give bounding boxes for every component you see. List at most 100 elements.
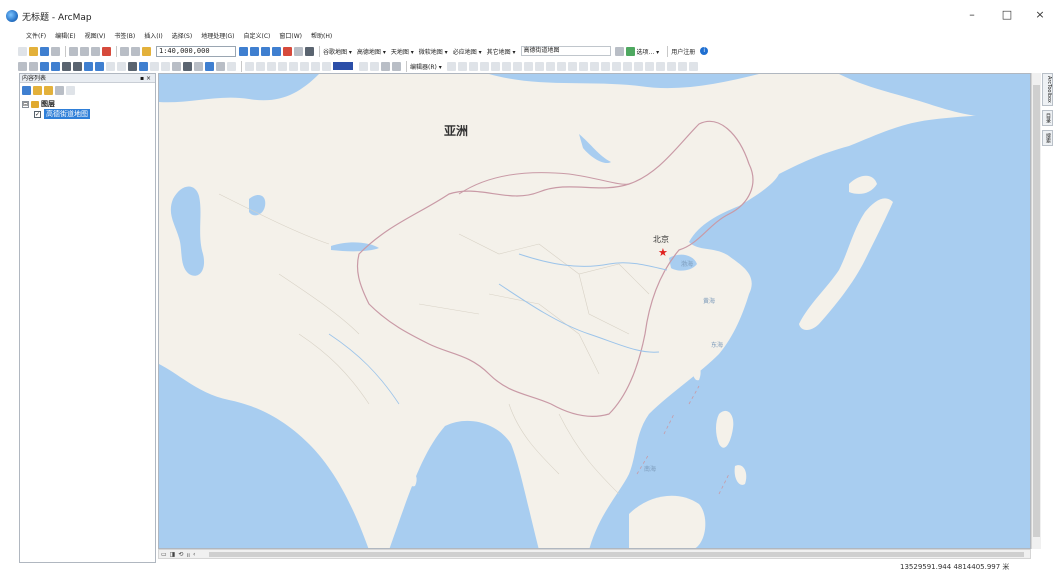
find-icon[interactable] <box>183 61 192 71</box>
edit-tool-icon[interactable] <box>644 61 654 71</box>
draw-tool-icon[interactable] <box>256 61 265 71</box>
redo-icon[interactable] <box>131 46 140 56</box>
open-folder-icon[interactable] <box>29 46 38 56</box>
draw-tool-icon[interactable] <box>322 61 331 71</box>
zoom-in-icon[interactable] <box>18 61 27 71</box>
draw-tool-icon[interactable] <box>278 61 287 71</box>
gaode-maps-dropdown[interactable]: 高德地图 ▾ <box>357 47 386 56</box>
zoom-out-icon[interactable] <box>29 61 38 71</box>
select-features-icon[interactable] <box>106 61 115 71</box>
layer-row[interactable]: ✓ 高德街道地图 <box>22 109 153 119</box>
map-view[interactable]: 亚洲 北京 ★ 渤海 黄海 东海 南海 <box>158 73 1031 549</box>
list-by-source-icon[interactable] <box>33 85 42 95</box>
edit-tool-icon[interactable] <box>622 61 632 71</box>
map-horizontal-scrollbar[interactable] <box>209 552 1024 557</box>
back-arrow-icon[interactable] <box>84 61 93 71</box>
fill-color-swatch[interactable] <box>333 62 353 70</box>
select-elements-icon[interactable] <box>128 61 137 71</box>
edit-tool-icon[interactable] <box>523 61 533 71</box>
font-tool-icon[interactable] <box>359 61 368 71</box>
layout-view-button[interactable]: ◨ <box>170 551 176 559</box>
pen-tool-icon[interactable] <box>625 46 635 56</box>
edit-tool-icon[interactable] <box>578 61 588 71</box>
google-maps-dropdown[interactable]: 谷歌地图 ▾ <box>323 47 352 56</box>
draw-tool-icon[interactable] <box>267 61 276 71</box>
list-by-selection-icon[interactable] <box>55 85 64 95</box>
font-tool-icon[interactable] <box>370 61 379 71</box>
edit-tool-icon[interactable] <box>556 61 566 71</box>
draw-tool-icon[interactable] <box>245 61 254 71</box>
menu-customize[interactable]: 自定义(C) <box>244 31 271 40</box>
menu-view[interactable]: 视图(V) <box>85 31 106 40</box>
identify-icon[interactable] <box>139 61 148 71</box>
editor-toolbar-icon[interactable] <box>239 46 248 56</box>
toc-options-icon[interactable] <box>66 85 75 95</box>
python-window-icon[interactable] <box>294 46 303 56</box>
layout-tool-icon[interactable] <box>392 61 401 71</box>
editor-dropdown[interactable]: 编辑器(R) ▾ <box>410 62 442 71</box>
menu-windows[interactable]: 窗口(W) <box>279 31 302 40</box>
measure-icon[interactable] <box>172 61 181 71</box>
menu-insert[interactable]: 插入(I) <box>144 31 162 40</box>
map-vertical-scrollbar[interactable] <box>1031 73 1041 549</box>
data-view-button[interactable]: ▭ <box>161 551 167 559</box>
edit-tool-icon[interactable] <box>479 61 489 71</box>
close-button[interactable]: × <box>1030 8 1050 22</box>
time-slider-icon[interactable] <box>216 61 225 71</box>
save-icon[interactable] <box>40 46 49 56</box>
edit-tool-icon[interactable] <box>534 61 544 71</box>
menu-selection[interactable]: 选择(S) <box>172 31 193 40</box>
refresh-view-button[interactable]: ⟲ <box>178 551 183 559</box>
toc-window-icon[interactable] <box>250 46 259 56</box>
edit-tool-icon[interactable] <box>512 61 522 71</box>
copy-icon[interactable] <box>80 46 89 56</box>
search-tab[interactable]: 搜索 <box>1042 129 1053 146</box>
pan-icon[interactable] <box>40 61 49 71</box>
draw-tool-icon[interactable] <box>311 61 320 71</box>
add-data-icon[interactable] <box>142 46 151 56</box>
undo-icon[interactable] <box>120 46 129 56</box>
menu-file[interactable]: 文件(F) <box>26 31 46 40</box>
edit-tool-icon[interactable] <box>589 61 599 71</box>
layer-group-row[interactable]: ⊟ 图层 <box>22 99 153 109</box>
model-builder-icon[interactable] <box>305 46 314 56</box>
collapse-icon[interactable]: ⊟ <box>22 100 29 108</box>
hyperlink-icon[interactable] <box>150 61 159 71</box>
edit-tool-icon[interactable] <box>468 61 478 71</box>
scrollbar-thumb[interactable] <box>1033 85 1040 537</box>
print-icon[interactable] <box>51 46 60 56</box>
map-scale-input[interactable]: 1:40,000,000 <box>156 45 236 57</box>
arctoolbox-tab[interactable]: ArcToolbox <box>1042 73 1053 106</box>
new-document-icon[interactable] <box>18 46 27 56</box>
list-by-visibility-icon[interactable] <box>44 85 53 95</box>
edit-tool-icon[interactable] <box>655 61 665 71</box>
full-extent-icon[interactable] <box>51 61 60 71</box>
draw-tool-icon[interactable] <box>300 61 309 71</box>
edit-tool-icon[interactable] <box>501 61 511 71</box>
microsoft-maps-dropdown[interactable]: 微软地图 ▾ <box>419 47 448 56</box>
toc-pin-close-icon[interactable]: ▪ × <box>140 74 151 83</box>
edit-tool-icon[interactable] <box>688 61 698 71</box>
layer-label[interactable]: 高德街道地图 <box>44 109 90 119</box>
edit-tool-icon[interactable] <box>490 61 500 71</box>
catalog-tab[interactable]: 目录 <box>1042 109 1053 126</box>
edit-tool-icon[interactable] <box>600 61 610 71</box>
draw-tool-icon[interactable] <box>289 61 298 71</box>
georeferencing-icon[interactable] <box>381 61 390 71</box>
list-by-drawing-order-icon[interactable] <box>22 85 31 95</box>
maximize-button[interactable]: □ <box>997 8 1017 22</box>
other-maps-dropdown[interactable]: 其它地图 ▾ <box>487 47 516 56</box>
edit-tool-icon[interactable] <box>611 61 621 71</box>
edit-tool-icon[interactable] <box>666 61 676 71</box>
delete-icon[interactable] <box>102 46 111 56</box>
dropdown-arrow-icon[interactable] <box>614 46 624 56</box>
basemap-select[interactable]: 高德街道地图 <box>520 46 611 56</box>
edit-tool-icon[interactable] <box>567 61 577 71</box>
minimize-button[interactable]: – <box>962 8 982 22</box>
clear-selection-icon[interactable] <box>117 61 126 71</box>
edit-tool-icon[interactable] <box>457 61 467 71</box>
html-popup-icon[interactable] <box>161 61 170 71</box>
viewer-window-icon[interactable] <box>227 61 236 71</box>
menu-geoprocessing[interactable]: 地理处理(G) <box>201 31 234 40</box>
user-register-button[interactable]: 用户注册 <box>671 47 695 56</box>
